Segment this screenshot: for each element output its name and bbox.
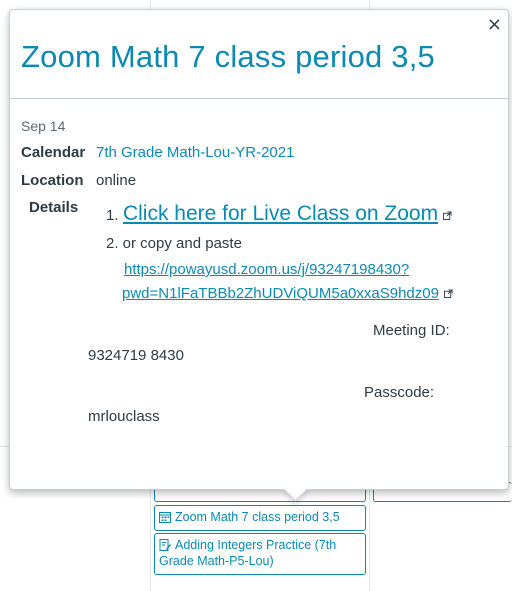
- assignment-icon: [159, 539, 171, 551]
- passcode-label: Passcode:: [364, 384, 435, 401]
- event-details-popover: × Zoom Math 7 class period 3,5 Sep 14 Ca…: [9, 9, 509, 502]
- calendar-event-adding-integers[interactable]: Adding Integers Practice (7th Grade Math…: [154, 533, 366, 575]
- calendar-event-label: Zoom Math 7 class period 3,5: [175, 510, 340, 524]
- calendar-link[interactable]: 7th Grade Math-Lou-YR-2021: [96, 144, 294, 161]
- zoom-url-link[interactable]: pwd=N1lFaTBBb2ZhUDViQUM5a0xxaS9hdz09: [122, 285, 439, 302]
- item-number: 1.: [106, 207, 119, 224]
- details-item-2: 2. or copy and paste: [106, 235, 242, 252]
- external-link-icon: [443, 211, 452, 220]
- event-date: Sep 14: [21, 118, 66, 134]
- close-button[interactable]: ×: [487, 16, 502, 34]
- meeting-id-value: 9324719 8430: [88, 347, 184, 364]
- calendar-event-zoom-math[interactable]: Zoom Math 7 class period 3,5: [154, 505, 366, 531]
- calendar-icon: [159, 512, 171, 523]
- passcode-value: mrlouclass: [88, 408, 160, 425]
- divider: [10, 98, 508, 99]
- external-link-icon: [443, 289, 453, 298]
- live-class-zoom-link[interactable]: Click here for Live Class on Zoom: [123, 202, 438, 225]
- details-label: Details: [29, 199, 79, 216]
- calendar-label: Calendar: [21, 144, 86, 161]
- zoom-url-link[interactable]: https://powayusd.zoom.us/j/93247198430?: [124, 261, 409, 278]
- location-label: Location: [21, 172, 84, 189]
- details-item-1: 1. Click here for Live Class on Zoom: [106, 202, 452, 226]
- calendar-event-label: Adding Integers Practice (7th Grade Math…: [159, 538, 337, 568]
- location-value: online: [96, 172, 137, 189]
- event-title: Zoom Math 7 class period 3,5: [21, 39, 435, 74]
- meeting-id-label: Meeting ID:: [373, 322, 450, 339]
